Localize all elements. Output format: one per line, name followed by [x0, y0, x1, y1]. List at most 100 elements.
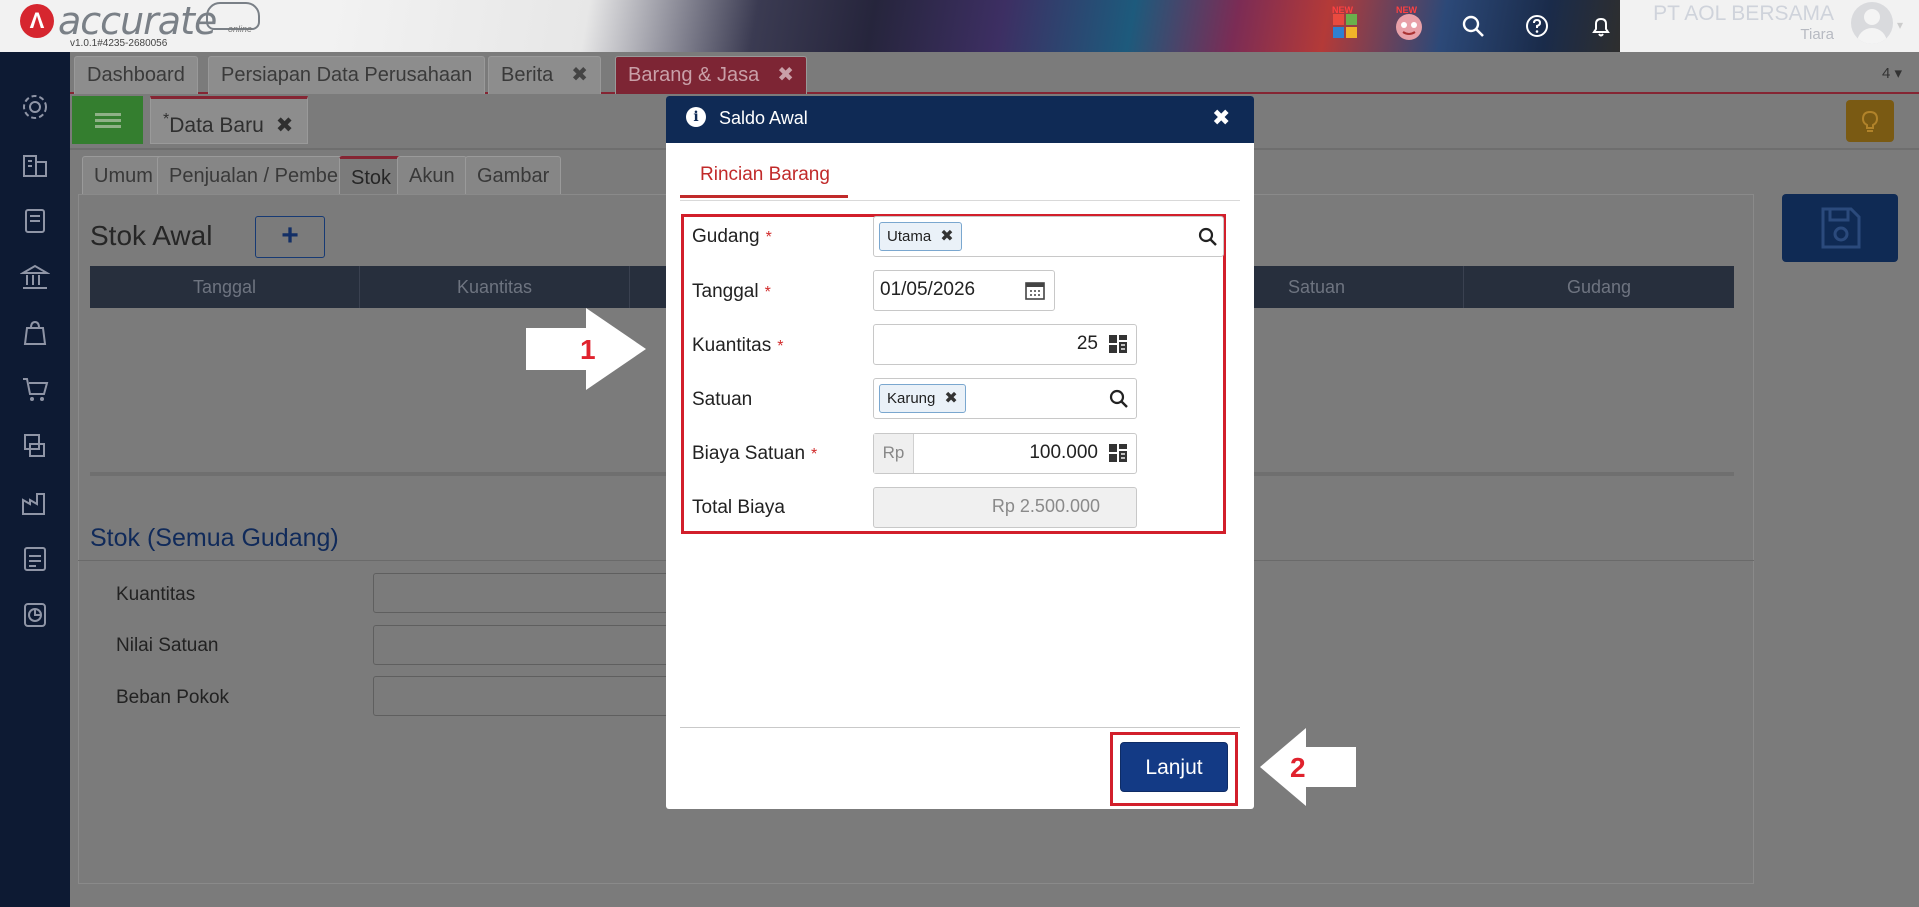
- total-biaya-label: Total Biaya: [692, 497, 785, 518]
- top-bar: Λ accurate online v1.0.1#4235-2680056 NE…: [0, 0, 1919, 52]
- tab-label: Berita: [501, 64, 554, 86]
- close-icon[interactable]: ✖: [276, 114, 294, 137]
- nilai-satuan-label: Nilai Satuan: [116, 635, 219, 656]
- bulb-icon[interactable]: [1846, 100, 1894, 142]
- list-view-button[interactable]: [72, 96, 143, 144]
- user-name: Tiara: [1800, 26, 1834, 43]
- highlight-box-fields: [681, 214, 1226, 534]
- factory-icon[interactable]: [18, 486, 52, 520]
- list-icon: [94, 110, 121, 131]
- chip-label: Karung: [887, 390, 936, 407]
- help-icon[interactable]: [1522, 11, 1552, 41]
- tab-label: Dashboard: [87, 64, 185, 86]
- tab-label: Barang & Jasa: [628, 64, 760, 86]
- tab-berita[interactable]: Berita ✖: [488, 56, 602, 94]
- save-button[interactable]: [1782, 194, 1898, 262]
- required-mark: *: [777, 338, 784, 355]
- biaya-satuan-label-text: Biaya Satuan: [692, 443, 806, 464]
- close-icon[interactable]: ✖: [571, 64, 588, 86]
- required-mark: *: [764, 284, 771, 301]
- column-header[interactable]: Tanggal: [90, 266, 360, 308]
- report-icon[interactable]: [18, 598, 52, 632]
- search-icon[interactable]: [1458, 11, 1488, 41]
- inventory-icon[interactable]: [18, 428, 52, 462]
- total-biaya-field: Rp 2.500.000: [873, 487, 1137, 528]
- add-stok-button[interactable]: +: [255, 216, 325, 258]
- tanggal-label-text: Tanggal: [692, 281, 759, 302]
- calculator-icon: [1109, 444, 1127, 462]
- open-tab-count[interactable]: 4 ▾: [1882, 64, 1902, 82]
- tab-data-baru[interactable]: *Data Baru ✖: [150, 96, 309, 144]
- tanggal-label: Tanggal *: [692, 281, 771, 303]
- top-icons: NEW NEW: [1330, 4, 1616, 48]
- biaya-satuan-input[interactable]: Rp 100.000: [873, 433, 1137, 474]
- subtab-label: Stok: [351, 167, 392, 189]
- subtab-label: Umum: [94, 165, 153, 187]
- lanjut-button[interactable]: Lanjut: [1120, 742, 1228, 792]
- dialog-header: i Saldo Awal ✖: [666, 96, 1254, 143]
- apps-icon[interactable]: NEW: [1330, 5, 1360, 41]
- gudang-label-text: Gudang: [692, 226, 760, 247]
- remove-chip-icon[interactable]: ✖: [940, 228, 953, 245]
- tanggal-value: 01/05/2026: [880, 279, 976, 300]
- new-badge: NEW: [1332, 5, 1353, 15]
- kuantitas-label: Kuantitas: [116, 584, 196, 605]
- ledger-icon[interactable]: [18, 204, 52, 238]
- tax-icon[interactable]: [18, 542, 52, 576]
- cart-icon[interactable]: [18, 372, 52, 406]
- subtab-akun[interactable]: Akun: [397, 156, 467, 196]
- column-header[interactable]: Gudang: [1464, 266, 1734, 308]
- satuan-chip: Karung ✖: [879, 384, 966, 413]
- beban-pokok-field: [373, 676, 673, 716]
- annotation-step-2: 2: [1290, 752, 1306, 783]
- subtab-umum[interactable]: Umum: [82, 156, 165, 196]
- tab-rincian-barang[interactable]: Rincian Barang: [680, 154, 848, 198]
- doc-tab-label: Data Baru: [169, 114, 264, 137]
- accurate-logo[interactable]: Λ accurate: [20, 0, 217, 43]
- search-icon: [1109, 389, 1128, 408]
- save-icon: [1821, 207, 1861, 249]
- logo-text: accurate: [58, 0, 217, 43]
- bank-icon[interactable]: [18, 260, 52, 294]
- module-tabs: Dashboard Persiapan Data Perusahaan Beri…: [70, 52, 1919, 94]
- chevron-down-icon[interactable]: ▾: [1897, 18, 1903, 32]
- tab-dashboard[interactable]: Dashboard: [74, 56, 198, 94]
- total-biaya-value: Rp 2.500.000: [991, 496, 1100, 516]
- calendar-icon: [1025, 282, 1045, 300]
- company-icon[interactable]: [18, 148, 52, 182]
- currency-prefix: Rp: [874, 434, 914, 473]
- saldo-awal-dialog: i Saldo Awal ✖ Rincian Barang Gudang * Ut…: [666, 96, 1254, 809]
- required-mark: *: [765, 229, 772, 246]
- sales-bag-icon[interactable]: [18, 316, 52, 350]
- divider: [680, 727, 1240, 728]
- kuantitas-value: 25: [1076, 333, 1098, 354]
- company-info[interactable]: PT AOL BERSAMA Tiara: [1650, 2, 1834, 43]
- subtab-stok[interactable]: Stok: [339, 156, 404, 196]
- tab-label: Persiapan Data Perusahaan: [221, 64, 473, 86]
- kuantitas-input[interactable]: 25: [873, 324, 1137, 365]
- close-icon[interactable]: ✖: [1212, 105, 1230, 131]
- close-icon[interactable]: ✖: [777, 64, 794, 86]
- mascot-icon[interactable]: NEW: [1394, 5, 1424, 41]
- tab-barang-jasa[interactable]: Barang & Jasa ✖: [615, 56, 807, 94]
- kuantitas-field: [373, 573, 673, 613]
- logo-sub: online: [228, 24, 253, 34]
- biaya-satuan-value: 100.000: [1029, 442, 1098, 463]
- avatar[interactable]: [1851, 2, 1893, 44]
- company-name: PT AOL BERSAMA: [1653, 2, 1834, 25]
- remove-chip-icon[interactable]: ✖: [944, 390, 957, 407]
- sidebar: [0, 52, 70, 907]
- search-icon: [1198, 227, 1217, 246]
- tab-persiapan-data[interactable]: Persiapan Data Perusahaan: [208, 56, 486, 94]
- bell-icon[interactable]: [1586, 11, 1616, 41]
- subtab-gambar[interactable]: Gambar: [465, 156, 562, 196]
- stok-awal-title: Stok Awal: [90, 220, 213, 251]
- column-header[interactable]: Kuantitas: [360, 266, 630, 308]
- annotation-arrow-left: [1260, 728, 1356, 806]
- beban-pokok-label: Beban Pokok: [116, 687, 230, 708]
- satuan-field[interactable]: Karung ✖: [873, 378, 1137, 419]
- tanggal-field[interactable]: 01/05/2026: [873, 270, 1055, 311]
- gudang-field[interactable]: Utama ✖: [873, 216, 1224, 257]
- settings-icon[interactable]: [18, 90, 52, 124]
- biaya-satuan-label: Biaya Satuan *: [692, 443, 817, 465]
